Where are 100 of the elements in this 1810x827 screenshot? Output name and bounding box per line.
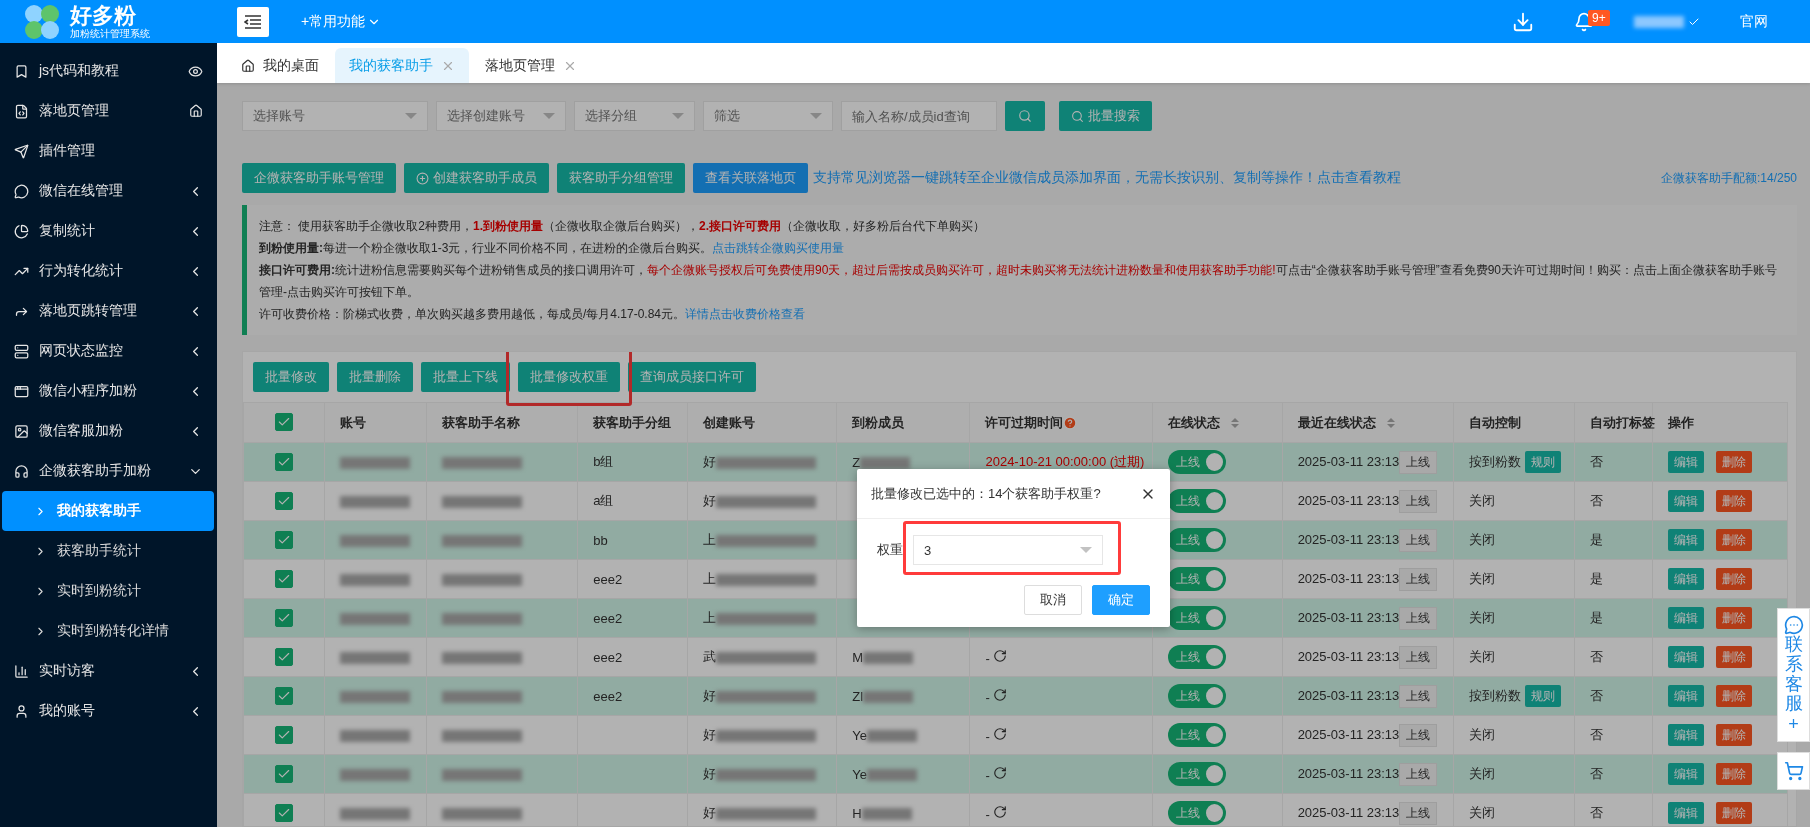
sidebar-subitem[interactable]: 我的获客助手 <box>2 491 214 531</box>
delete-button[interactable]: 删除 <box>1715 685 1752 707</box>
sidebar-item[interactable]: 微信在线管理 <box>0 171 217 211</box>
filter-select[interactable]: 选择账号 <box>242 101 428 131</box>
search-button[interactable] <box>1005 101 1045 131</box>
edit-button[interactable]: 编辑 <box>1667 763 1704 785</box>
delete-button[interactable]: 删除 <box>1715 802 1752 824</box>
batch-button[interactable]: 批量修改权重 <box>518 362 620 392</box>
row-checkbox[interactable] <box>275 764 293 783</box>
edit-button[interactable]: 编辑 <box>1667 802 1704 824</box>
online-switch[interactable]: 上线 <box>1167 567 1226 591</box>
confirm-button[interactable]: 确定 <box>1092 585 1150 615</box>
row-checkbox[interactable] <box>275 569 293 588</box>
sidebar-item[interactable]: 我的账号 <box>0 691 217 731</box>
batch-button[interactable]: 查询成员接口许可 <box>628 362 756 392</box>
delete-button[interactable]: 删除 <box>1715 490 1752 512</box>
sidebar-subitem[interactable]: 实时到粉统计 <box>2 571 214 611</box>
online-switch[interactable]: 上线 <box>1167 528 1226 552</box>
online-switch[interactable]: 上线 <box>1167 762 1226 786</box>
column-header: 许可过期时间 <box>985 414 1064 430</box>
batch-button[interactable]: 批量删除 <box>337 362 413 392</box>
edit-button[interactable]: 编辑 <box>1667 451 1704 473</box>
online-switch[interactable]: 上线 <box>1167 801 1226 825</box>
sidebar-item[interactable]: 微信客服加粉 <box>0 411 217 451</box>
filter-select[interactable]: 选择创建账号 <box>436 101 566 131</box>
action-button[interactable]: 企微获客助手账号管理 <box>242 163 396 193</box>
action-button[interactable]: 查看关联落地页 <box>693 163 808 193</box>
row-checkbox[interactable] <box>275 725 293 744</box>
delete-button[interactable]: 删除 <box>1715 646 1752 668</box>
row-checkbox[interactable] <box>275 647 293 666</box>
menu-toggle-button[interactable] <box>237 6 269 37</box>
download-icon[interactable] <box>1512 10 1534 33</box>
action-button[interactable]: 获客助手分组管理 <box>557 163 685 193</box>
delete-button[interactable]: 删除 <box>1715 529 1752 551</box>
refresh-icon[interactable] <box>993 687 1008 702</box>
license-expiry: 2024-10-21 00:00:00 (过期) <box>985 454 1145 469</box>
batch-button[interactable]: 批量上下线 <box>421 362 510 392</box>
notice-link[interactable]: 详情点击收费价格查看 <box>685 307 806 321</box>
rule-button[interactable]: 规则 <box>1524 451 1561 473</box>
delete-button[interactable]: 删除 <box>1715 724 1752 746</box>
site-link[interactable]: 官网 <box>1740 12 1768 31</box>
online-switch[interactable]: 上线 <box>1167 489 1226 513</box>
online-switch[interactable]: 上线 <box>1167 645 1226 669</box>
row-checkbox[interactable] <box>275 491 293 510</box>
row-checkbox[interactable] <box>275 686 293 705</box>
customer-service-panel[interactable]: 联系客服 + <box>1777 608 1810 742</box>
sidebar-item[interactable]: 插件管理 <box>0 131 217 171</box>
edit-button[interactable]: 编辑 <box>1667 646 1704 668</box>
refresh-icon[interactable] <box>993 648 1008 663</box>
sidebar-subitem[interactable]: 获客助手统计 <box>2 531 214 571</box>
row-checkbox[interactable] <box>275 803 293 822</box>
notice-link[interactable]: 点击跳转企微购买使用量 <box>712 241 845 255</box>
delete-button[interactable]: 删除 <box>1715 607 1752 629</box>
bell-icon[interactable] <box>1574 11 1594 32</box>
edit-button[interactable]: 编辑 <box>1667 529 1704 551</box>
sidebar-item[interactable]: 微信小程序加粉 <box>0 371 217 411</box>
sidebar-item[interactable]: 网页状态监控 <box>0 331 217 371</box>
refresh-icon[interactable] <box>993 804 1008 819</box>
rule-button[interactable]: 规则 <box>1524 685 1561 707</box>
page-tab[interactable]: 我的获客助手 <box>335 48 469 83</box>
cart-icon[interactable] <box>1783 760 1804 781</box>
row-checkbox[interactable] <box>275 452 293 471</box>
refresh-icon[interactable] <box>993 765 1008 780</box>
online-switch[interactable]: 上线 <box>1167 723 1226 747</box>
quick-menu-button[interactable]: +常用功能 <box>295 11 388 32</box>
sidebar-item[interactable]: 企微获客助手加粉 <box>0 451 217 491</box>
table-cell: 好 <box>703 493 717 508</box>
batch-search-button[interactable]: 批量搜索 <box>1059 101 1152 131</box>
delete-button[interactable]: 删除 <box>1715 568 1752 590</box>
sidebar-item[interactable]: 行为转化统计 <box>0 251 217 291</box>
online-switch[interactable]: 上线 <box>1167 606 1226 630</box>
cancel-button[interactable]: 取消 <box>1024 585 1082 615</box>
quota-link[interactable]: 企微获客助手配额:14/250 <box>1660 169 1797 187</box>
edit-button[interactable]: 编辑 <box>1667 607 1704 629</box>
refresh-icon[interactable] <box>993 726 1008 741</box>
select-all-checkbox[interactable] <box>275 413 293 431</box>
delete-button[interactable]: 删除 <box>1715 763 1752 785</box>
row-checkbox[interactable] <box>275 608 293 627</box>
online-switch[interactable]: 上线 <box>1167 450 1226 474</box>
weight-select[interactable]: 3 <box>913 535 1103 565</box>
sidebar-item[interactable]: js代码和教程 <box>0 51 217 91</box>
tutorial-link[interactable]: 支持常见浏览器一键跳转至企业微信成员添加界面，无需长按识别、复制等操作！点击查看教程 <box>813 169 1401 187</box>
search-field[interactable]: 输入名称/成员id查询 <box>841 101 997 131</box>
sidebar-item[interactable]: 实时访客 <box>0 651 217 691</box>
sidebar-item[interactable]: 落地页管理 <box>0 91 217 131</box>
row-checkbox[interactable] <box>275 530 293 549</box>
delete-button[interactable]: 删除 <box>1715 451 1752 473</box>
batch-button[interactable]: 批量修改 <box>253 362 329 392</box>
sidebar-subitem[interactable]: 实时到粉转化详情 <box>2 611 214 651</box>
edit-button[interactable]: 编辑 <box>1667 490 1704 512</box>
edit-button[interactable]: 编辑 <box>1667 568 1704 590</box>
action-button[interactable]: 创建获客助手成员 <box>404 163 549 193</box>
sidebar-item[interactable]: 复制统计 <box>0 211 217 251</box>
edit-button[interactable]: 编辑 <box>1667 724 1704 746</box>
online-switch[interactable]: 上线 <box>1167 684 1226 708</box>
sidebar-item[interactable]: 落地页跳转管理 <box>0 291 217 331</box>
filter-select[interactable]: 选择分组 <box>574 101 695 131</box>
edit-button[interactable]: 编辑 <box>1667 685 1704 707</box>
table-cell: 上 <box>703 610 717 625</box>
filter-select[interactable]: 筛选 <box>703 101 833 131</box>
